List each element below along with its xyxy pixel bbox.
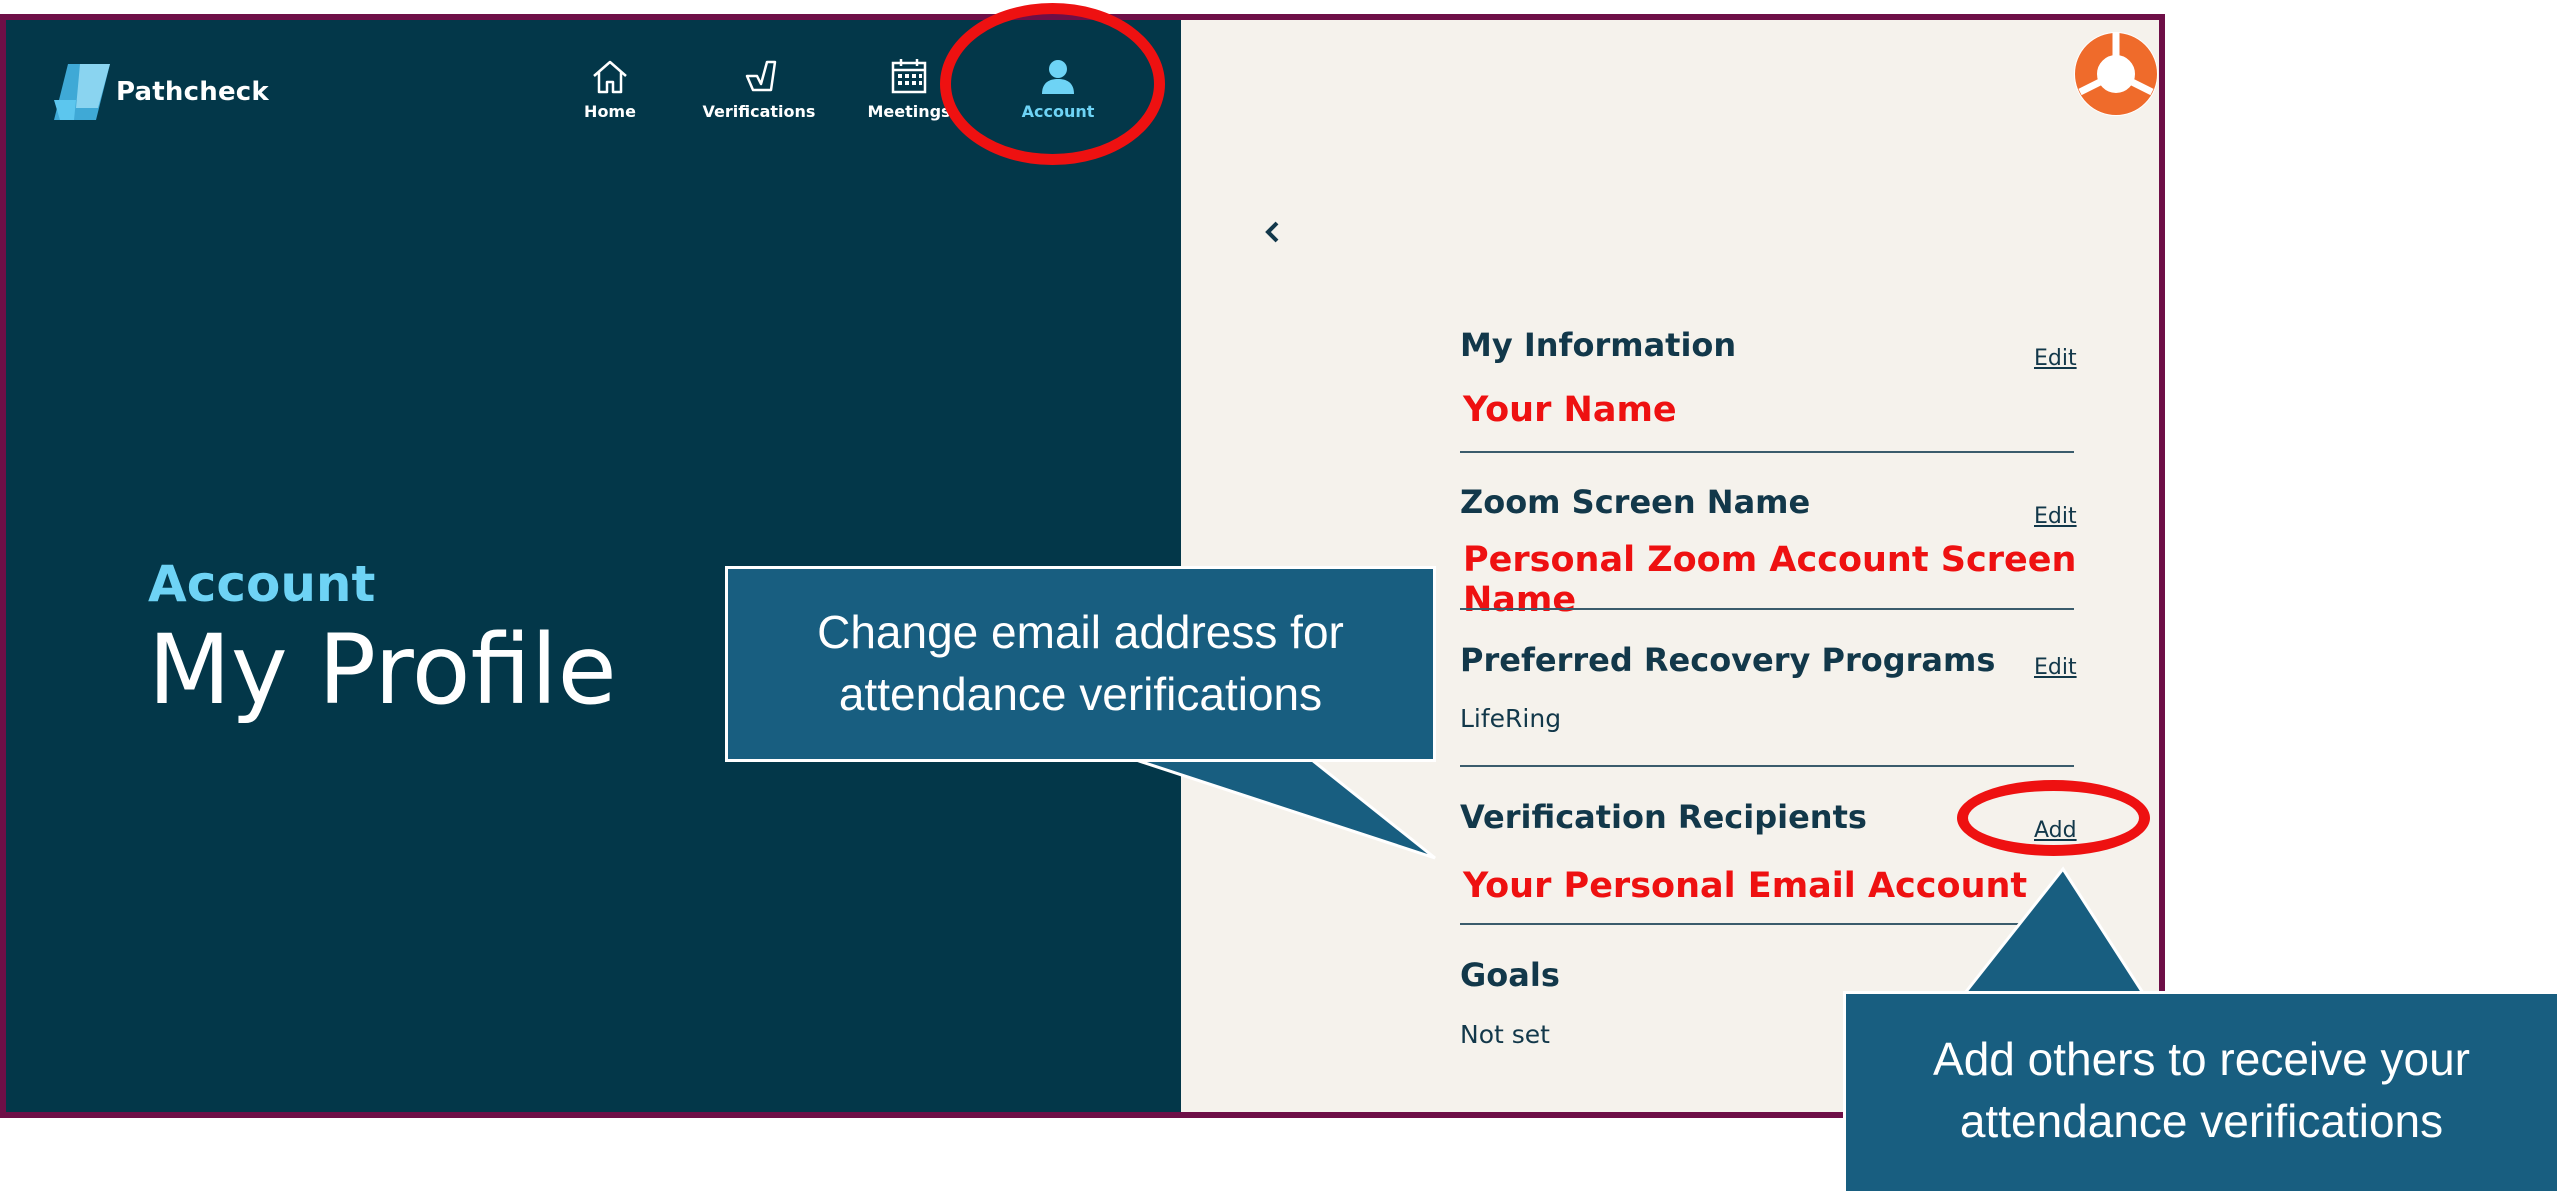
callout-right-pointer <box>1965 869 2143 993</box>
callout-line: attendance verifications <box>838 668 1323 720</box>
callout-line: Change email address for <box>817 606 1344 658</box>
callout-add-others: Add others to receive your attendance ve… <box>1843 991 2560 1194</box>
callout-change-email: Change email address for attendance veri… <box>725 566 1436 762</box>
callout-line: attendance verifications <box>1959 1095 2444 1147</box>
callout-line: Add others to receive your <box>1933 1033 2470 1085</box>
